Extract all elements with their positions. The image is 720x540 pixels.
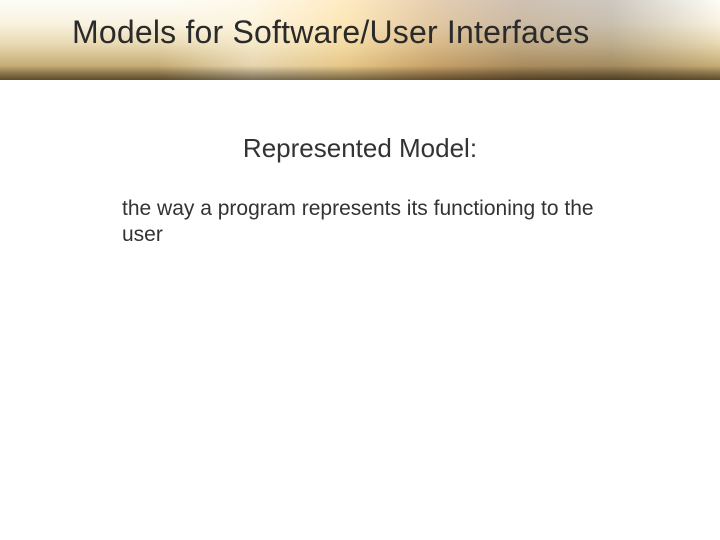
slide-title: Models for Software/User Interfaces <box>72 14 589 51</box>
slide: Models for Software/User Interfaces Repr… <box>0 0 720 540</box>
slide-body-text: the way a program represents its functio… <box>122 196 612 249</box>
slide-subtitle: Represented Model: <box>0 133 720 164</box>
